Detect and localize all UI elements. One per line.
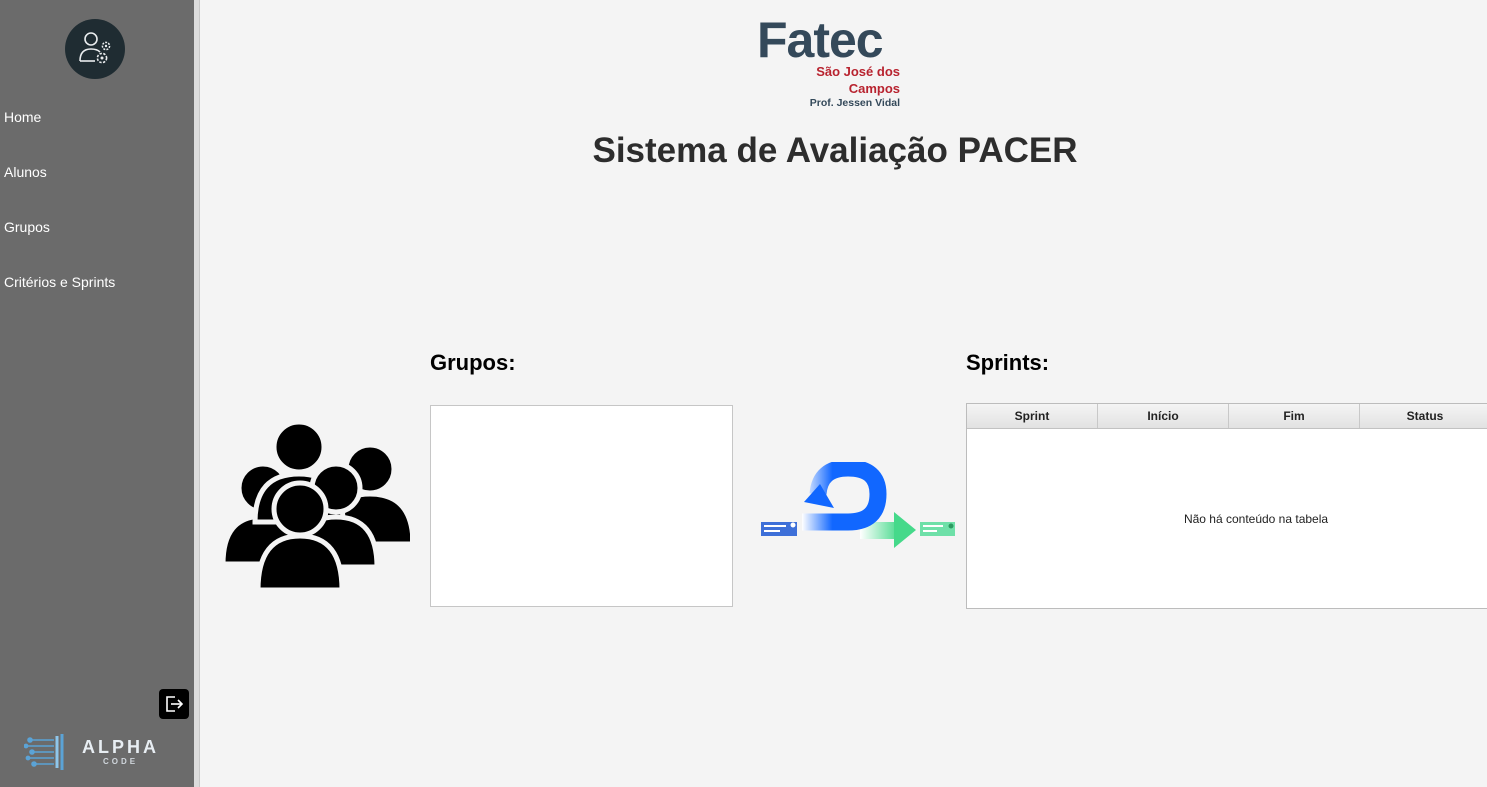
sidebar-item-home[interactable]: Home — [4, 109, 41, 125]
user-settings-icon[interactable] — [65, 19, 125, 79]
alpha-logo-sub: CODE — [103, 757, 139, 766]
sidebar-item-alunos[interactable]: Alunos — [4, 164, 47, 180]
sidebar: Home Alunos Grupos Critérios e Sprints A… — [0, 0, 194, 787]
page-title: Sistema de Avaliação PACER — [592, 131, 1078, 170]
groups-list[interactable] — [430, 405, 733, 607]
alpha-logo-word: ALPHA — [82, 737, 159, 757]
table-empty-message: Não há conteúdo na tabela — [1183, 512, 1329, 526]
groups-title: Grupos: — [430, 350, 516, 375]
sprints-title: Sprints: — [966, 350, 1050, 375]
alpha-code-logo: ALPHA CODE — [23, 732, 174, 772]
column-header-sprint[interactable]: Sprint — [967, 404, 1098, 428]
fatec-logo-word: Fatec — [757, 12, 884, 68]
fatec-logo-prof: Prof. Jessen Vidal — [809, 97, 900, 109]
sprint-cycle-icon — [761, 462, 955, 548]
logout-button[interactable] — [159, 689, 189, 719]
column-header-status[interactable]: Status — [1360, 404, 1487, 428]
column-header-inicio[interactable]: Início — [1098, 404, 1229, 428]
sidebar-divider — [194, 0, 200, 787]
people-group-icon — [225, 422, 410, 592]
fatec-logo-city-line1: São José dos — [816, 64, 900, 79]
sprints-table-header: Sprint Início Fim Status — [967, 404, 1487, 429]
circuit-logo-icon — [23, 734, 64, 770]
sidebar-item-grupos[interactable]: Grupos — [4, 219, 50, 235]
fatec-logo-city-line2: Campos — [848, 81, 900, 96]
sidebar-item-criterios-sprints[interactable]: Critérios e Sprints — [4, 274, 115, 290]
column-header-fim[interactable]: Fim — [1229, 404, 1360, 428]
fatec-logo: Fatec São José dos Campos Prof. Jessen V… — [757, 14, 907, 114]
sprints-table[interactable]: Sprint Início Fim Status Não há conteúdo… — [966, 403, 1487, 609]
logout-icon — [166, 696, 184, 712]
